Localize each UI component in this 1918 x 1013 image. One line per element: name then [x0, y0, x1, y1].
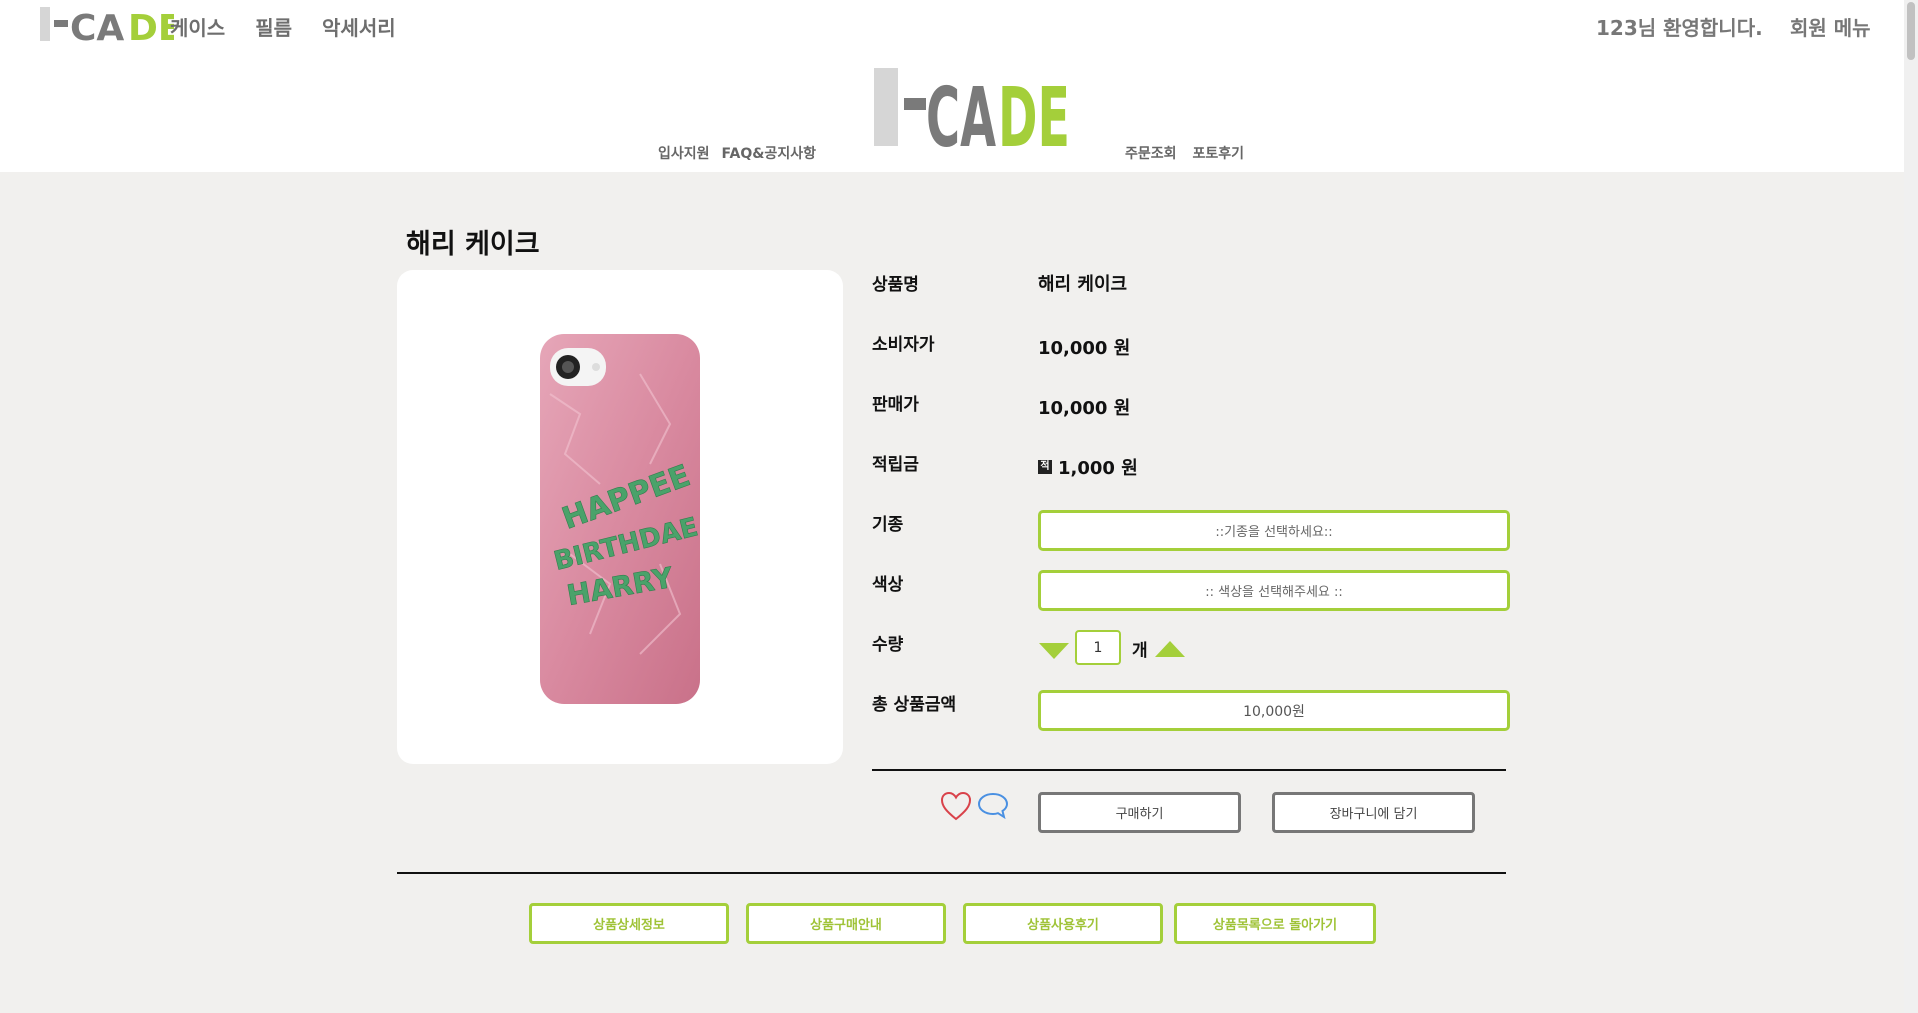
add-to-cart-button[interactable]: 장바구니에 담기 [1272, 792, 1475, 833]
quantity-decrease-icon[interactable] [1039, 643, 1069, 659]
label-sale-price: 판매가 [872, 395, 919, 415]
svg-text:DE: DE [998, 71, 1070, 148]
member-menu-link[interactable]: 회원 메뉴 [1790, 12, 1871, 41]
nav-item-faq-notice[interactable]: FAQ&공지사항 [722, 143, 816, 163]
nav-item-accessory[interactable]: 악세서리 [322, 12, 396, 41]
product-title: 해리 케이크 [406, 229, 540, 260]
buy-button[interactable]: 구매하기 [1038, 792, 1241, 833]
page-scrollbar[interactable] [1904, 0, 1918, 1013]
label-consumer-price: 소비자가 [872, 335, 935, 355]
scrollbar-thumb[interactable] [1907, 2, 1915, 60]
tab-product-detail[interactable]: 상품상세정보 [529, 903, 729, 944]
nav-item-apply[interactable]: 입사지원 [658, 143, 710, 163]
brand-logo-large[interactable]: CA DE [874, 68, 1070, 148]
nav-item-photo-review[interactable]: 포토후기 [1193, 143, 1245, 163]
tab-purchase-guide[interactable]: 상품구매안내 [746, 903, 946, 944]
back-to-list-button[interactable]: 상품목록으로 돌아가기 [1174, 903, 1376, 944]
nav-item-film[interactable]: 필름 [255, 12, 292, 41]
label-color: 색상 [872, 575, 904, 595]
welcome-text: 123님 환영합니다. [1596, 16, 1763, 40]
heart-icon[interactable] [940, 791, 972, 821]
quantity-unit: 개 [1132, 641, 1148, 661]
sub-nav-right: 주문조회 포토후기 [1125, 143, 1244, 163]
total-price-value: 10,000원 [1038, 690, 1510, 731]
consumer-price-value: 10,000 원 [1038, 338, 1131, 359]
svg-text:CA: CA [926, 71, 996, 148]
product-name-value: 해리 케이크 [1038, 274, 1128, 295]
quantity-increase-icon[interactable] [1155, 641, 1185, 657]
tab-reviews[interactable]: 상품사용후기 [963, 903, 1163, 944]
label-total: 총 상품금액 [872, 695, 957, 715]
product-image-panel: HAPPEE BIRTHDAE HARRY [397, 270, 843, 764]
label-model: 기종 [872, 515, 904, 535]
chat-icon[interactable] [977, 791, 1009, 821]
brand-logo-small[interactable]: CA DE [40, 6, 174, 42]
divider [872, 769, 1506, 771]
sub-nav-left: 입사지원 FAQ&공지사항 [658, 143, 816, 163]
top-nav: 케이스 필름 악세서리 [170, 12, 396, 41]
sale-price-value: 10,000 원 [1038, 398, 1131, 419]
label-quantity: 수량 [872, 635, 904, 655]
points-value: 1,000 원 [1058, 458, 1138, 479]
label-points: 적립금 [872, 455, 919, 475]
nav-item-order-lookup[interactable]: 주문조회 [1125, 143, 1177, 163]
model-select[interactable]: ::기종을 선택하세요:: [1038, 510, 1510, 551]
svg-text:CA: CA [70, 8, 124, 42]
quantity-input[interactable] [1075, 630, 1121, 665]
label-product-name: 상품명 [872, 275, 919, 295]
points-badge-icon: 적 [1038, 460, 1052, 474]
product-image: HAPPEE BIRTHDAE HARRY [540, 334, 700, 704]
svg-text:DE: DE [128, 8, 174, 42]
points-row: 적 1,000 원 [1038, 454, 1138, 480]
nav-item-case[interactable]: 케이스 [170, 12, 225, 41]
divider [397, 872, 1506, 874]
site-header: CA DE 케이스 필름 악세서리 123님 환영합니다. 회원 메뉴 CA D… [0, 0, 1904, 172]
color-select[interactable]: :: 색상을 선택해주세요 :: [1038, 570, 1510, 611]
